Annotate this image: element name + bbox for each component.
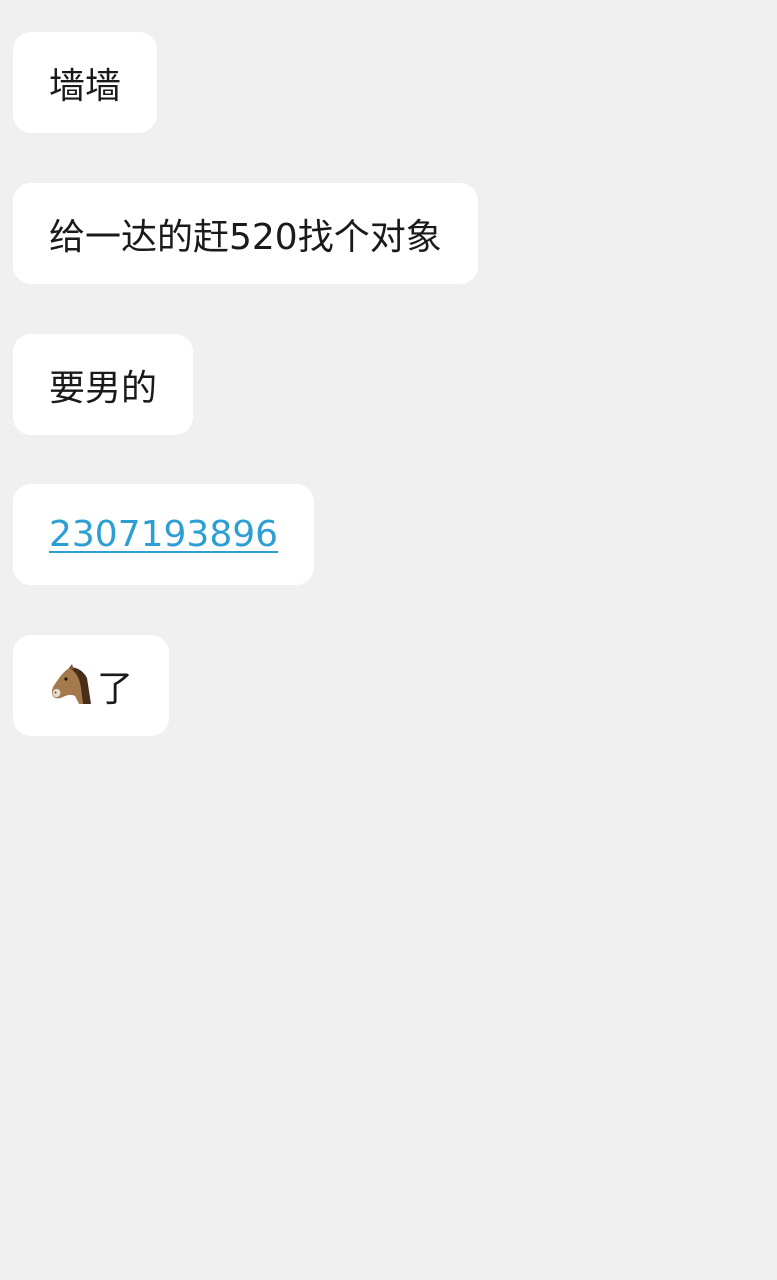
message-text: 要男的 [49, 367, 158, 409]
horse-face-icon [49, 663, 95, 708]
phone-number-link[interactable]: 2307193896 [49, 514, 278, 555]
message-bubble[interactable]: 要男的 [13, 334, 194, 435]
message-bubble[interactable]: 了 [13, 635, 170, 736]
message-text: 墙墙 [49, 65, 122, 107]
message-text: 给一达的赶520找个对象 [49, 216, 442, 258]
chat-message-list: 墙墙 给一达的赶520找个对象 要男的 2307193896 了 [0, 0, 777, 1280]
message-text: 了 [97, 668, 134, 710]
message-bubble[interactable]: 墙墙 [13, 32, 158, 133]
message-bubble[interactable]: 2307193896 [13, 484, 315, 585]
message-bubble[interactable]: 给一达的赶520找个对象 [13, 183, 478, 284]
